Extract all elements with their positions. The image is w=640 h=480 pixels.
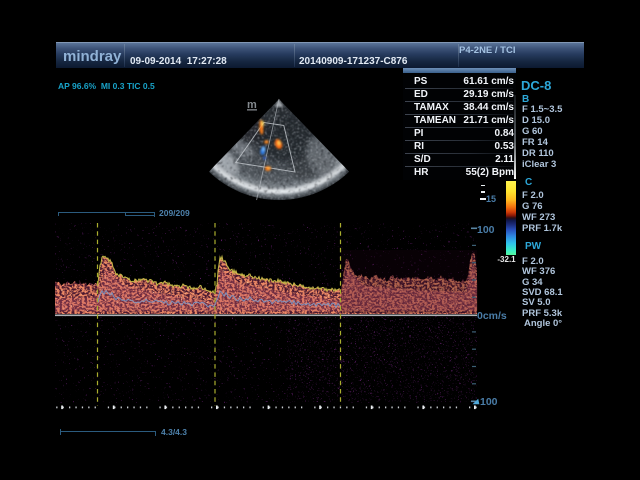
svg-text:m: m: [247, 99, 257, 111]
